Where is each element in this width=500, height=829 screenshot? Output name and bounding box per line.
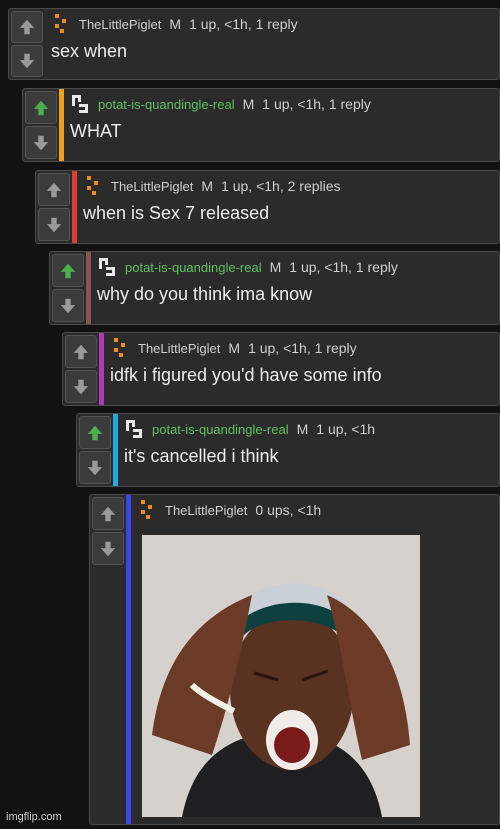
vote-column — [23, 89, 59, 161]
comment: TheLittlePiglet M 1 up, <1h, 1 reply idf… — [62, 332, 500, 406]
upvote-button[interactable] — [65, 335, 97, 368]
comment: TheLittlePiglet M 1 up, <1h, 1 reply sex… — [8, 8, 500, 80]
vote-column — [77, 414, 113, 486]
arrow-down-icon — [46, 217, 62, 232]
vote-column — [9, 9, 45, 79]
downvote-button[interactable] — [79, 451, 111, 484]
mod-badge: M — [201, 178, 214, 194]
username-link[interactable]: potat-is-quandingle-real — [98, 97, 235, 112]
arrow-down-icon — [100, 541, 116, 556]
vote-column — [36, 171, 72, 243]
comment-stats: 1 up, <1h, 1 reply — [189, 16, 298, 32]
comment-stats: 1 up, <1h, 1 reply — [289, 259, 398, 275]
arrow-up-icon — [60, 263, 76, 278]
comment-stats: 1 up, <1h, 2 replies — [221, 178, 341, 194]
comment-text: WHAT — [70, 121, 122, 141]
vote-column — [63, 333, 99, 405]
arrow-up-icon — [46, 182, 62, 197]
upvote-button[interactable] — [25, 91, 57, 124]
comment: potat-is-quandingle-real M 1 up, <1h, 1 … — [22, 88, 500, 162]
arrow-up-icon — [19, 19, 35, 35]
crying-man-image — [142, 535, 420, 817]
comment-text: when is Sex 7 released — [83, 203, 270, 223]
reaction-image[interactable] — [142, 535, 420, 817]
username-link[interactable]: TheLittlePiglet — [79, 17, 161, 32]
username-link[interactable]: TheLittlePiglet — [111, 179, 193, 194]
watermark: imgflip.com — [6, 811, 62, 823]
arrow-up-icon — [87, 425, 103, 440]
comment-text: it's cancelled i think — [124, 446, 279, 466]
downvote-button[interactable] — [92, 532, 124, 565]
arrow-down-icon — [60, 298, 76, 313]
downvote-button[interactable] — [52, 289, 84, 322]
username-link[interactable]: TheLittlePiglet — [138, 341, 220, 356]
upvote-button[interactable] — [38, 173, 70, 206]
upvote-button[interactable] — [11, 11, 43, 43]
piglet-avatar-icon[interactable] — [83, 175, 103, 197]
arrow-down-icon — [33, 135, 49, 150]
comment-stats: 0 ups, <1h — [255, 502, 322, 518]
piglet-avatar-icon[interactable] — [137, 499, 157, 521]
comment: TheLittlePiglet M 1 up, <1h, 2 replies w… — [35, 170, 500, 244]
username-link[interactable]: potat-is-quandingle-real — [125, 260, 262, 275]
comment-text: why do you think ima know — [97, 284, 313, 304]
comment: potat-is-quandingle-real M 1 up, <1h it'… — [76, 413, 500, 487]
downvote-button[interactable] — [11, 45, 43, 77]
downvote-button[interactable] — [25, 126, 57, 159]
potat-avatar-icon[interactable] — [124, 418, 144, 440]
arrow-down-icon — [19, 53, 35, 69]
comment-stats: 1 up, <1h — [316, 421, 376, 437]
comment-text: idfk i figured you'd have some info — [110, 365, 382, 385]
mod-badge: M — [242, 96, 255, 112]
arrow-up-icon — [73, 344, 89, 359]
mod-badge: M — [228, 340, 241, 356]
comment-text: sex when — [51, 41, 128, 61]
piglet-avatar-icon[interactable] — [110, 337, 130, 359]
piglet-avatar-icon[interactable] — [51, 13, 71, 35]
username-link[interactable]: TheLittlePiglet — [165, 503, 247, 518]
upvote-button[interactable] — [52, 254, 84, 287]
comment-stats: 1 up, <1h, 1 reply — [262, 96, 371, 112]
username-link[interactable]: potat-is-quandingle-real — [152, 422, 289, 437]
mod-badge: M — [269, 259, 282, 275]
mod-badge: M — [296, 421, 309, 437]
comment: potat-is-quandingle-real M 1 up, <1h, 1 … — [49, 251, 500, 325]
arrow-up-icon — [100, 506, 116, 521]
downvote-button[interactable] — [65, 370, 97, 403]
potat-avatar-icon[interactable] — [97, 256, 117, 278]
arrow-up-icon — [33, 100, 49, 115]
potat-avatar-icon[interactable] — [70, 93, 90, 115]
upvote-button[interactable] — [92, 497, 124, 530]
arrow-down-icon — [73, 379, 89, 394]
arrow-down-icon — [87, 460, 103, 475]
mod-badge: M — [169, 16, 182, 32]
downvote-button[interactable] — [38, 208, 70, 241]
upvote-button[interactable] — [79, 416, 111, 449]
comment-stats: 1 up, <1h, 1 reply — [248, 340, 357, 356]
vote-column — [90, 495, 126, 567]
vote-column — [50, 252, 86, 324]
